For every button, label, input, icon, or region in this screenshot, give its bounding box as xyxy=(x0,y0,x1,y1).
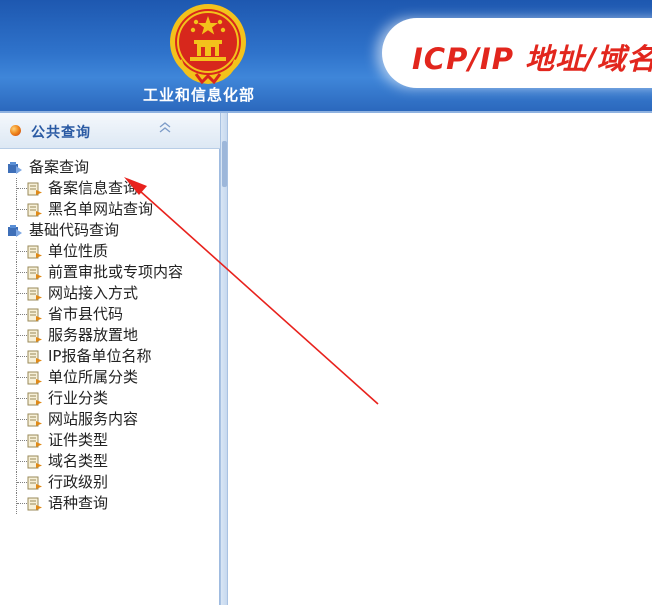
document-arrow-icon xyxy=(27,392,42,406)
folder-icon xyxy=(8,225,22,237)
document-arrow-icon xyxy=(27,329,42,343)
tree-group-label: 基础代码查询 xyxy=(29,221,120,239)
tree-item-label: 语种查询 xyxy=(48,494,109,512)
document-arrow-icon xyxy=(27,266,42,280)
tree-item-blacklist-query[interactable]: 黑名单网站查询 xyxy=(0,199,220,220)
org-name: 工业和信息化部 xyxy=(143,86,256,104)
tree-item-basic-code-8[interactable]: 行业分类 xyxy=(0,388,220,409)
document-arrow-icon xyxy=(27,497,42,511)
tree-item-label: 前置审批或专项内容 xyxy=(48,263,184,281)
document-arrow-icon xyxy=(27,287,42,301)
tree-item-label: 黑名单网站查询 xyxy=(48,200,154,218)
tree-item-label: 网站服务内容 xyxy=(48,410,139,428)
document-arrow-icon xyxy=(27,203,42,217)
double-chevron-up-icon[interactable] xyxy=(157,122,173,138)
main-content-area xyxy=(228,113,652,605)
menu-tree: 备案查询 备案信息查询 黑名单网站查询 基础代码查询 单位性质 前置审批或专项内… xyxy=(0,157,220,514)
document-arrow-icon xyxy=(27,434,42,448)
tree-group-label: 备案查询 xyxy=(29,158,90,176)
page-title: ICP/IP 地址/域名 xyxy=(412,42,652,76)
tree-item-label: 省市县代码 xyxy=(48,305,124,323)
tree-group-filing-query[interactable]: 备案查询 xyxy=(0,157,220,178)
sidebar-splitter[interactable] xyxy=(220,113,228,605)
tree-item-basic-code-11[interactable]: 域名类型 xyxy=(0,451,220,472)
document-arrow-icon xyxy=(27,371,42,385)
sidebar-header-label: 公共查询 xyxy=(31,125,91,141)
splitter-grip[interactable] xyxy=(222,141,227,187)
orange-ball-icon xyxy=(10,125,21,136)
tree-item-label: 行业分类 xyxy=(48,389,109,407)
document-arrow-icon xyxy=(27,245,42,259)
tree-item-basic-code-7[interactable]: 单位所属分类 xyxy=(0,367,220,388)
tree-item-label: 网站接入方式 xyxy=(48,284,139,302)
tree-item-basic-code-2[interactable]: 前置审批或专项内容 xyxy=(0,262,220,283)
document-arrow-icon xyxy=(27,413,42,427)
tree-item-label: IP报备单位名称 xyxy=(48,347,152,365)
tree-item-basic-code-13[interactable]: 语种查询 xyxy=(0,493,220,514)
tree-group-basic-code-query[interactable]: 基础代码查询 xyxy=(0,220,220,241)
national-emblem-icon xyxy=(170,4,246,85)
tree-item-label: 单位所属分类 xyxy=(48,368,139,386)
sidebar: 公共查询 备案查询 备案信息查询 黑名单网站查询 基础代码查询 单位性质 前置审… xyxy=(0,113,220,605)
tree-item-label: 服务器放置地 xyxy=(48,326,139,344)
document-arrow-icon xyxy=(27,182,42,196)
tree-item-label: 行政级别 xyxy=(48,473,109,491)
site-header: 工业和信息化部 ICP/IP 地址/域名 xyxy=(0,0,652,113)
tree-item-label: 证件类型 xyxy=(48,431,109,449)
tree-item-label: 备案信息查询 xyxy=(48,179,139,197)
tree-item-label: 域名类型 xyxy=(48,452,109,470)
tree-item-basic-code-1[interactable]: 单位性质 xyxy=(0,241,220,262)
tree-item-basic-code-6[interactable]: IP报备单位名称 xyxy=(0,346,220,367)
tree-item-basic-code-10[interactable]: 证件类型 xyxy=(0,430,220,451)
document-arrow-icon xyxy=(27,455,42,469)
folder-icon xyxy=(8,162,22,174)
tree-item-basic-code-4[interactable]: 省市县代码 xyxy=(0,304,220,325)
sidebar-header[interactable]: 公共查询 xyxy=(0,113,220,149)
tree-item-filing-info-query[interactable]: 备案信息查询 xyxy=(0,178,220,199)
tree-item-basic-code-5[interactable]: 服务器放置地 xyxy=(0,325,220,346)
tree-item-label: 单位性质 xyxy=(48,242,109,260)
document-arrow-icon xyxy=(27,350,42,364)
tree-item-basic-code-3[interactable]: 网站接入方式 xyxy=(0,283,220,304)
document-arrow-icon xyxy=(27,308,42,322)
tree-item-basic-code-9[interactable]: 网站服务内容 xyxy=(0,409,220,430)
tree-item-basic-code-12[interactable]: 行政级别 xyxy=(0,472,220,493)
document-arrow-icon xyxy=(27,476,42,490)
